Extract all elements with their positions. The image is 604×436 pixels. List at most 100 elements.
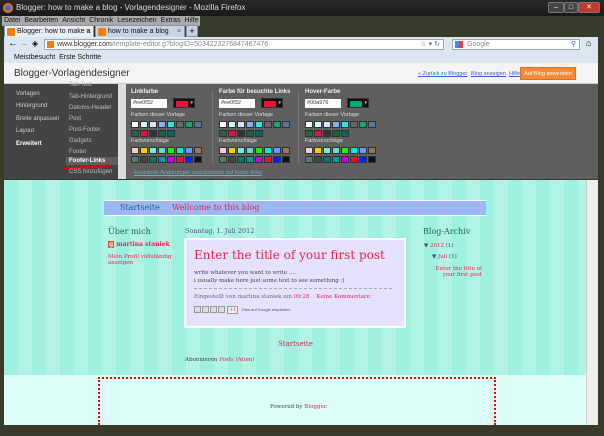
color-swatch[interactable] bbox=[323, 147, 331, 154]
home-link[interactable]: Startseite bbox=[278, 340, 313, 348]
bookmark-erste-schritte[interactable]: Erste Schritte bbox=[59, 54, 101, 61]
color-swatch[interactable] bbox=[228, 147, 236, 154]
color-swatch[interactable] bbox=[255, 130, 263, 137]
color-swatch[interactable] bbox=[140, 130, 148, 137]
color-swatch[interactable] bbox=[350, 147, 358, 154]
email-share-icon[interactable] bbox=[194, 306, 201, 313]
tab-blog[interactable]: how to make a blog × bbox=[95, 25, 185, 37]
color-swatch[interactable] bbox=[350, 156, 358, 163]
color-swatch[interactable] bbox=[149, 147, 157, 154]
author-link[interactable]: g martina staniek bbox=[108, 241, 170, 248]
color-swatch[interactable] bbox=[255, 147, 263, 154]
tab-close-icon[interactable]: × bbox=[86, 26, 90, 37]
color-swatch[interactable] bbox=[140, 156, 148, 163]
profile-link[interactable]: Mein Profil vollständig anzeigen bbox=[108, 254, 178, 266]
color-swatch[interactable] bbox=[332, 156, 340, 163]
color-swatch[interactable] bbox=[219, 121, 227, 128]
subnav-tab-text[interactable]: Tab-Text bbox=[69, 82, 92, 88]
color-swatch[interactable] bbox=[341, 147, 349, 154]
nav-layout[interactable]: Layout bbox=[16, 128, 34, 134]
color-picker-button[interactable]: ▾ bbox=[173, 98, 195, 108]
nav-hintergrund[interactable]: Hintergrund bbox=[16, 103, 47, 109]
plus-one-button[interactable]: +1 bbox=[227, 306, 239, 314]
back-icon[interactable]: ← bbox=[8, 38, 18, 49]
color-swatch[interactable] bbox=[305, 156, 313, 163]
search-input[interactable]: Google ⚲ bbox=[452, 39, 580, 50]
blog-share-icon[interactable] bbox=[202, 306, 209, 313]
color-swatch[interactable] bbox=[314, 147, 322, 154]
facebook-share-icon[interactable] bbox=[218, 306, 225, 313]
comments-link[interactable]: Keine Kommentare: bbox=[317, 294, 372, 300]
tab-close-icon[interactable]: × bbox=[177, 26, 181, 37]
color-swatch[interactable] bbox=[314, 130, 322, 137]
color-swatch[interactable] bbox=[149, 121, 157, 128]
color-swatch[interactable] bbox=[140, 121, 148, 128]
tab-template-editor[interactable]: Blogger: how to make a blog...× bbox=[4, 25, 94, 46]
nav-startseite[interactable]: Startseite bbox=[120, 203, 160, 212]
color-swatch[interactable] bbox=[359, 121, 367, 128]
search-icon[interactable]: ⚲ bbox=[571, 40, 576, 50]
color-swatch[interactable] bbox=[131, 130, 139, 137]
back-to-blogger-link[interactable]: « Zurück zu Blogger bbox=[418, 71, 467, 77]
color-swatch[interactable] bbox=[237, 130, 245, 137]
color-swatch[interactable] bbox=[167, 130, 175, 137]
color-swatch[interactable] bbox=[332, 147, 340, 154]
subnav-footer-links[interactable]: Footer-Links bbox=[66, 157, 118, 165]
color-swatch[interactable] bbox=[305, 130, 313, 137]
hex-input[interactable]: #00a976 bbox=[305, 99, 341, 108]
color-swatch[interactable] bbox=[167, 156, 175, 163]
forward-icon[interactable]: → bbox=[20, 39, 28, 48]
subnav-gadgets[interactable]: Gadgets bbox=[69, 138, 92, 144]
color-swatch[interactable] bbox=[305, 147, 313, 154]
color-swatch[interactable] bbox=[323, 130, 331, 137]
subnav-datums-header[interactable]: Datums-Header bbox=[69, 105, 111, 111]
hex-input[interactable]: #ee0f32 bbox=[219, 99, 255, 108]
color-swatch[interactable] bbox=[219, 130, 227, 137]
color-swatch[interactable] bbox=[237, 156, 245, 163]
color-swatch[interactable] bbox=[149, 130, 157, 137]
color-swatch[interactable] bbox=[131, 156, 139, 163]
color-swatch[interactable] bbox=[158, 121, 166, 128]
nav-scrollbar[interactable] bbox=[118, 84, 126, 179]
maximize-button[interactable]: □ bbox=[564, 2, 578, 13]
color-swatch[interactable] bbox=[264, 147, 272, 154]
nav-erweitert[interactable]: Erweitert bbox=[16, 141, 42, 147]
color-picker-button[interactable]: ▾ bbox=[347, 98, 369, 108]
color-swatch[interactable] bbox=[176, 147, 184, 154]
bookmark-meistbesucht[interactable]: Meistbesucht bbox=[14, 54, 55, 61]
apply-to-blog-button[interactable]: Auf Blog anwenden bbox=[520, 67, 576, 80]
preview-scrollbar[interactable] bbox=[586, 180, 598, 425]
color-swatch[interactable] bbox=[246, 147, 254, 154]
archive-year[interactable]: ▼ 2012 (1) bbox=[424, 243, 454, 249]
color-swatch[interactable] bbox=[350, 121, 358, 128]
color-swatch[interactable] bbox=[176, 121, 184, 128]
subnav-post[interactable]: Post bbox=[69, 116, 81, 122]
color-swatch[interactable] bbox=[194, 156, 202, 163]
color-swatch[interactable] bbox=[341, 156, 349, 163]
color-swatch[interactable] bbox=[185, 147, 193, 154]
color-swatch[interactable] bbox=[273, 121, 281, 128]
color-swatch[interactable] bbox=[273, 147, 281, 154]
color-swatch[interactable] bbox=[228, 156, 236, 163]
minimize-button[interactable]: – bbox=[548, 2, 564, 13]
color-swatch[interactable] bbox=[158, 156, 166, 163]
feed-link[interactable]: Posts (Atom) bbox=[219, 357, 254, 363]
url-input[interactable]: www.blogger.com/template-editor.g?blogID… bbox=[44, 39, 444, 50]
color-swatch[interactable] bbox=[185, 156, 193, 163]
color-swatch[interactable] bbox=[323, 121, 331, 128]
reset-link[interactable]: Erweiterte Änderungen zurücksetzen auf f… bbox=[134, 170, 262, 176]
color-swatch[interactable] bbox=[273, 156, 281, 163]
color-swatch[interactable] bbox=[228, 130, 236, 137]
color-swatch[interactable] bbox=[194, 121, 202, 128]
color-swatch[interactable] bbox=[167, 121, 175, 128]
color-swatch[interactable] bbox=[149, 156, 157, 163]
color-swatch[interactable] bbox=[219, 156, 227, 163]
color-swatch[interactable] bbox=[158, 130, 166, 137]
color-swatch[interactable] bbox=[282, 147, 290, 154]
twitter-share-icon[interactable] bbox=[210, 306, 217, 313]
subnav-footer[interactable]: Footer bbox=[69, 149, 86, 155]
nav-welcome[interactable]: Wellcome to this blog bbox=[172, 203, 259, 212]
color-swatch[interactable] bbox=[282, 156, 290, 163]
color-swatch[interactable] bbox=[264, 121, 272, 128]
new-tab-button[interactable]: + bbox=[186, 25, 198, 37]
